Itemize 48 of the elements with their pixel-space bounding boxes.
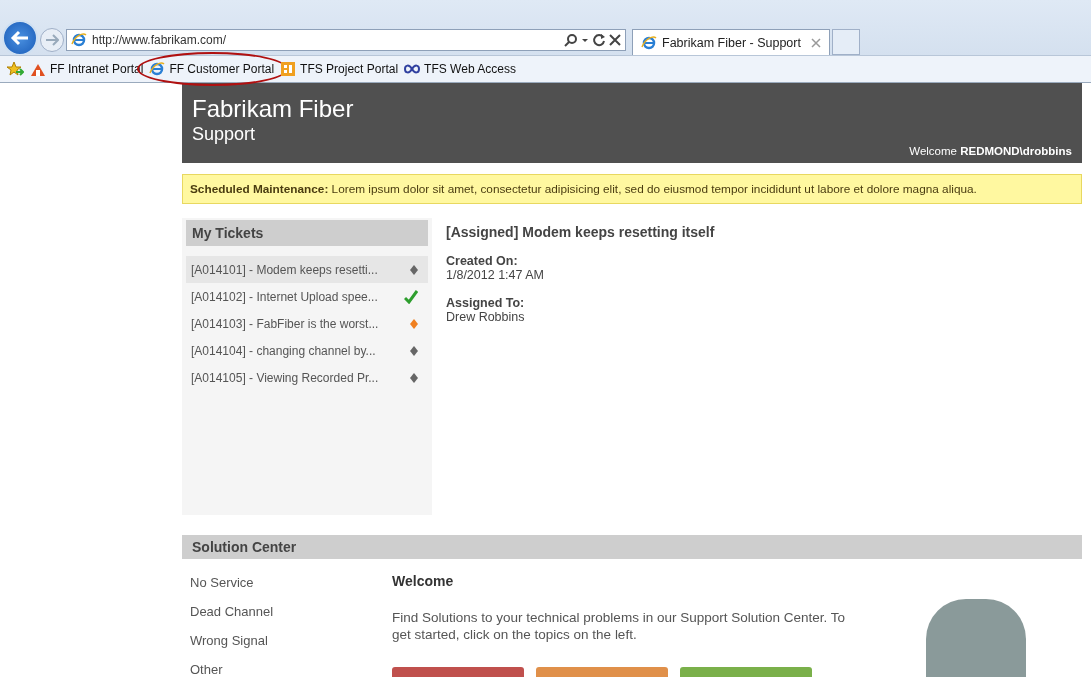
search-icon xyxy=(564,33,578,47)
intro-text: Find Solutions to your technical problems in our Support Solution Center. To get started, click on the topics on the left. xyxy=(392,609,846,643)
ticket-title: [Assigned] Modem keeps resetting itself xyxy=(446,224,715,240)
site-subtitle: Support xyxy=(192,123,257,145)
ie-logo-icon xyxy=(71,32,87,48)
ticket-label: [A014101] - Modem keeps resetti... xyxy=(191,262,378,277)
ticket-label: [A014103] - FabFiber is the worst... xyxy=(191,316,379,331)
ie-logo-icon xyxy=(149,61,166,77)
close-icon xyxy=(609,34,621,46)
welcome-heading: Welcome xyxy=(392,573,455,589)
new-tab-button[interactable] xyxy=(832,29,860,55)
refresh-icon xyxy=(592,33,606,47)
ie-logo-icon xyxy=(641,34,657,51)
field-label: Created On: xyxy=(446,254,519,268)
ticket-label: [A014102] - Internet Upload spee... xyxy=(191,289,378,304)
favorites-link[interactable]: TFS Web Access xyxy=(404,61,516,77)
panel-heading: My Tickets xyxy=(186,220,428,246)
back-button[interactable] xyxy=(2,20,38,56)
arrow-right-icon xyxy=(45,34,59,46)
forward-button[interactable] xyxy=(40,28,64,52)
ticket-item[interactable]: [A014104] - changing channel by... xyxy=(186,337,428,364)
ticket-label: [A014105] - Viewing Recorded Pr... xyxy=(191,370,379,385)
field-value: 1/8/2012 1:47 AM xyxy=(446,268,545,282)
ticket-item[interactable]: [A014101] - Modem keeps resetti... xyxy=(186,256,428,283)
ticket-item[interactable]: [A014102] - Internet Upload spee... xyxy=(186,283,428,310)
field-label: Assigned To: xyxy=(446,296,526,310)
browser-tab[interactable]: Fabrikam Fiber - Support xyxy=(632,29,830,55)
topic-link[interactable]: Dead Channel xyxy=(190,604,374,633)
ticket-item[interactable]: [A014103] - FabFiber is the worst... xyxy=(186,310,428,337)
tab-title: Fabrikam Fiber - Support xyxy=(662,35,802,50)
close-icon xyxy=(811,37,821,48)
field-value: Drew Robbins xyxy=(446,310,526,324)
favorites-link[interactable]: TFS Project Portal xyxy=(280,61,399,77)
site-title: Fabrikam Fiber xyxy=(192,95,354,123)
topic-link[interactable]: No Service xyxy=(190,575,374,604)
section-heading: Solution Center xyxy=(182,535,1082,559)
grid-icon xyxy=(280,61,297,77)
maintenance-notice: Scheduled Maintenance: Lorem ipsum dolor sit amet, consectetur adipisicing elit, sed do eiusmod tempor incididunt ut labore et dolore magna aliqua. xyxy=(182,174,1082,204)
topic-link[interactable]: Other xyxy=(190,662,374,677)
address-text: http://www.fabrikam.com/ xyxy=(92,33,228,47)
ticket-label: [A014104] - changing channel by... xyxy=(191,343,376,358)
star-icon xyxy=(6,61,24,77)
favorites-link[interactable]: FF Customer Portal xyxy=(149,61,275,77)
welcome-text: Welcome REDMOND\drobbins xyxy=(909,145,1072,157)
arrow-left-icon xyxy=(10,30,30,46)
address-bar[interactable]: http://www.fabrikam.com/ xyxy=(66,29,626,51)
ticket-item[interactable]: [A014105] - Viewing Recorded Pr... xyxy=(186,364,428,391)
topic-link[interactable]: Wrong Signal xyxy=(190,633,374,662)
